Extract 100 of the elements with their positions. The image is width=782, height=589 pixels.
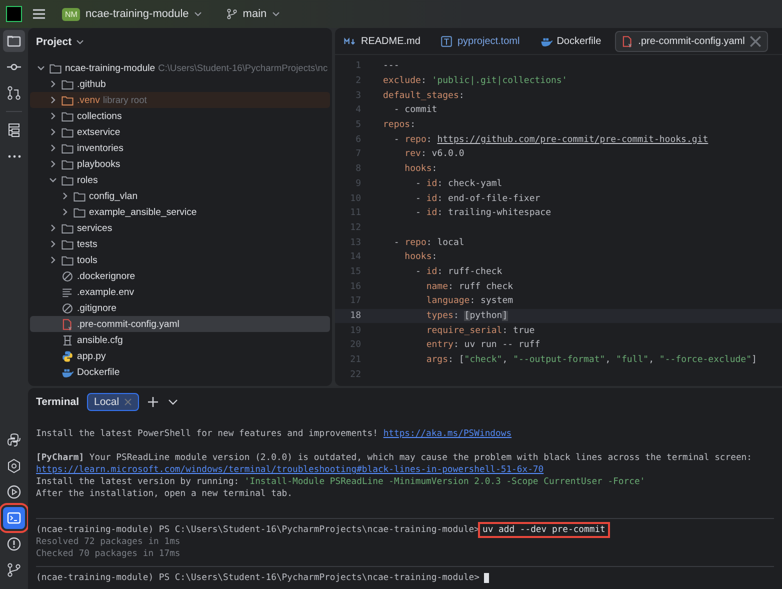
file-name: app.py — [77, 350, 106, 362]
tree-item[interactable]: ncae-training-module C:\Users\Student-16\PycharmProjects\nc — [30, 60, 330, 76]
hexagon-icon — [6, 458, 22, 474]
tree-item[interactable]: config_vlan — [30, 188, 330, 204]
code-line: hooks: — [404, 252, 438, 262]
folder-icon — [61, 174, 74, 186]
code-line: - id: end-of-file-fixer — [414, 194, 540, 204]
folder-icon — [61, 238, 74, 250]
menu-icon[interactable] — [32, 8, 46, 20]
branch-icon — [226, 8, 238, 20]
text-cursor — [484, 572, 488, 582]
editor-tab[interactable]: .pre-commit-config.yaml — [615, 30, 768, 52]
toml-file-icon — [440, 34, 454, 48]
terminal-tab[interactable]: Local — [86, 393, 140, 411]
file-name: ansible.cfg — [77, 334, 123, 346]
code-line: args: ["check", "--output-format", "full", "--force-exclude"] — [425, 355, 757, 366]
tree-item[interactable]: tools — [30, 252, 330, 268]
file-name: .github — [77, 78, 106, 90]
project-name: ncae-training-module — [85, 8, 189, 20]
folder-button[interactable] — [3, 30, 25, 52]
file-name: .pre-commit-config.yaml — [77, 318, 180, 330]
ignore-file-icon — [61, 302, 74, 314]
config-file-icon — [61, 334, 74, 346]
tree-item[interactable]: .github — [30, 76, 330, 92]
file-name: tests — [77, 238, 98, 250]
code-line: repos: — [383, 120, 416, 130]
tree-item[interactable]: app.py — [30, 348, 330, 364]
folder-icon — [61, 94, 74, 106]
tree-item[interactable]: extservice — [30, 124, 330, 140]
branch-icon — [6, 562, 22, 578]
folder-icon — [61, 126, 74, 138]
editor-tab[interactable]: pyproject.toml — [434, 30, 526, 52]
tree-item[interactable]: .dockerignore — [30, 268, 330, 284]
file-name: tools — [77, 254, 98, 266]
tree-item[interactable]: roles — [30, 172, 330, 188]
code-line: - id: trailing-whitespace — [414, 208, 551, 218]
python-icon — [6, 432, 22, 448]
code-line: exclude: 'public|.git|collections' — [383, 76, 568, 86]
file-name: extservice — [77, 126, 120, 138]
tree-item[interactable]: tests — [30, 236, 330, 252]
folder-icon — [61, 158, 74, 170]
folder-icon — [61, 222, 74, 234]
plus-icon[interactable] — [147, 396, 160, 408]
file-name: config_vlan — [89, 190, 138, 202]
tree-item[interactable]: ansible.cfg — [30, 332, 330, 348]
ignore-file-icon — [61, 270, 74, 282]
tree-item[interactable]: .venv library root — [30, 92, 330, 108]
branch-selector[interactable]: main — [226, 8, 280, 20]
yaml-file-icon — [621, 34, 634, 48]
editor-tab[interactable]: README.md — [338, 30, 426, 52]
terminal-title: Terminal — [36, 396, 79, 408]
folder-icon — [61, 142, 74, 154]
chevron-down-icon — [194, 10, 202, 18]
tree-item[interactable]: inventories — [30, 140, 330, 156]
terminal-text: (ncae-training-module) PS C:\Users\Student-16\PycharmProjects\ncae-training-module> — [36, 524, 480, 534]
tree-item[interactable]: .pre-commit-config.yaml — [30, 316, 330, 332]
code-line: language: system — [425, 296, 514, 306]
code-line: - commit — [392, 105, 438, 116]
tree-item[interactable]: example_ansible_service — [30, 204, 330, 220]
folder-icon — [73, 206, 86, 218]
project-badge: NM — [62, 8, 80, 20]
terminal-button[interactable] — [3, 507, 25, 529]
project-selector[interactable]: NM ncae-training-module — [62, 8, 202, 20]
more-icon — [8, 154, 20, 158]
play-icon — [6, 484, 22, 500]
terminal-link[interactable]: https://aka.ms/PSWindows — [383, 429, 512, 439]
terminal-output: Checked 70 packages in 17ms — [36, 549, 180, 559]
terminal-link[interactable]: https://learn.microsoft.com/windows/terminal/troubleshooting#black-lines-in-powershell-51-6x-70 — [36, 465, 544, 475]
tree-item[interactable]: playbooks — [30, 156, 330, 172]
code-line: default_stages: — [383, 90, 464, 101]
terminal-icon — [6, 510, 22, 526]
path-hint: library root — [102, 95, 147, 105]
tree-item[interactable]: services — [30, 220, 330, 236]
file-name: .dockerignore — [77, 270, 136, 282]
file-name: Dockerfile — [77, 366, 120, 378]
editor-tab[interactable]: Dockerfile — [534, 30, 608, 52]
tree-item[interactable]: .gitignore — [30, 300, 330, 316]
folder-icon — [61, 78, 74, 90]
terminal-command: uv add --dev pre-commit — [480, 524, 608, 536]
terminal-text: Install the latest PowerShell for new features and improvements! — [36, 429, 379, 439]
panel-title[interactable]: Project — [36, 36, 72, 48]
file-name: collections — [77, 110, 122, 122]
python-file-icon — [61, 350, 74, 362]
tree-item[interactable]: Dockerfile — [30, 364, 330, 380]
file-name: roles — [77, 174, 98, 186]
terminal-output: Resolved 72 packages in 1ms — [36, 537, 180, 547]
tree-item[interactable]: collections — [30, 108, 330, 124]
chevron-down-icon[interactable] — [48, 175, 58, 185]
folder-icon — [6, 33, 22, 49]
code-line: hooks: — [404, 164, 438, 174]
chevron-down-icon[interactable] — [36, 63, 46, 73]
file-name: .example.env — [77, 286, 134, 298]
folder-icon — [49, 62, 62, 74]
close-icon[interactable] — [748, 34, 762, 48]
terminal-text: Install the latest version by running: — [36, 477, 240, 487]
tree-item[interactable]: .example.env — [30, 284, 330, 300]
code-line: - repo: local — [392, 238, 464, 248]
folder-icon — [61, 110, 74, 122]
chevron-down-icon — [272, 10, 280, 18]
branch-icon — [6, 85, 22, 101]
